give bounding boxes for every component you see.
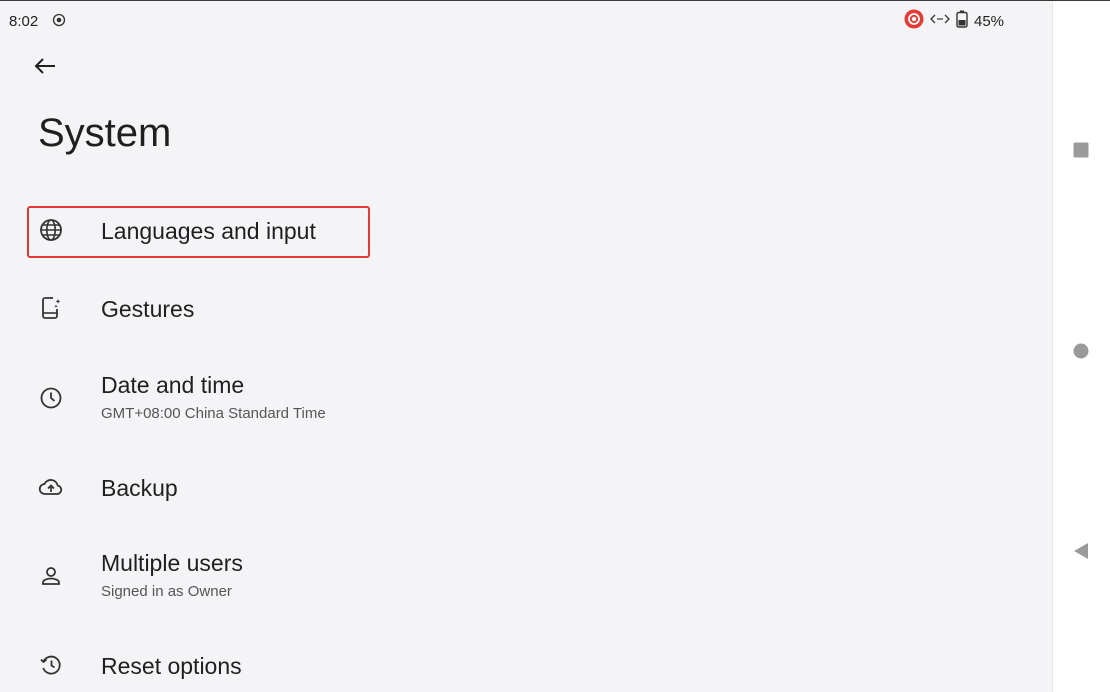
system-back-button[interactable] bbox=[1073, 542, 1089, 565]
settings-item-languages[interactable]: Languages and input bbox=[26, 206, 1026, 258]
battery-icon bbox=[956, 10, 968, 33]
settings-item-backup[interactable]: Backup bbox=[26, 463, 1026, 513]
settings-screen: 8:02 45% System Languages and input Gest… bbox=[0, 1, 1052, 692]
arrow-left-icon bbox=[34, 57, 56, 80]
settings-item-reset-options[interactable]: Reset options bbox=[26, 641, 1026, 691]
back-arrow-button[interactable] bbox=[30, 55, 60, 81]
page-title: System bbox=[38, 111, 172, 155]
settings-item-gestures[interactable]: Gestures bbox=[26, 284, 1026, 334]
battery-percentage: 45% bbox=[974, 12, 1005, 30]
history-icon bbox=[38, 652, 64, 678]
status-time: 8:02 bbox=[9, 13, 39, 30]
settings-item-label: Date and time bbox=[101, 372, 245, 398]
triangle-left-icon bbox=[1073, 543, 1089, 564]
settings-item-label: Languages and input bbox=[101, 218, 316, 244]
settings-item-date-time[interactable]: Date and time GMT+08:00 China Standard T… bbox=[26, 367, 1026, 433]
circle-icon bbox=[1073, 343, 1089, 363]
home-button[interactable] bbox=[1073, 343, 1089, 364]
cloud-upload-icon bbox=[38, 474, 64, 500]
globe-icon bbox=[38, 217, 64, 243]
data-sync-icon bbox=[930, 12, 950, 31]
settings-item-label: Gestures bbox=[101, 296, 195, 322]
settings-item-label: Reset options bbox=[101, 653, 242, 679]
settings-item-subtitle: Signed in as Owner bbox=[101, 583, 232, 600]
settings-item-label: Backup bbox=[101, 475, 178, 501]
settings-item-label: Multiple users bbox=[101, 550, 243, 576]
settings-item-subtitle: GMT+08:00 China Standard Time bbox=[101, 405, 326, 422]
status-icons: 45% bbox=[904, 9, 1005, 34]
square-icon bbox=[1073, 142, 1089, 162]
clock-icon bbox=[38, 385, 64, 411]
screen-record-indicator-icon bbox=[52, 13, 66, 32]
person-icon bbox=[38, 563, 64, 589]
navigation-bar bbox=[1052, 1, 1110, 692]
recents-button[interactable] bbox=[1073, 142, 1089, 163]
settings-item-multiple-users[interactable]: Multiple users Signed in as Owner bbox=[26, 545, 1026, 611]
phone-gesture-icon bbox=[38, 295, 64, 321]
recording-badge-icon bbox=[904, 9, 924, 34]
